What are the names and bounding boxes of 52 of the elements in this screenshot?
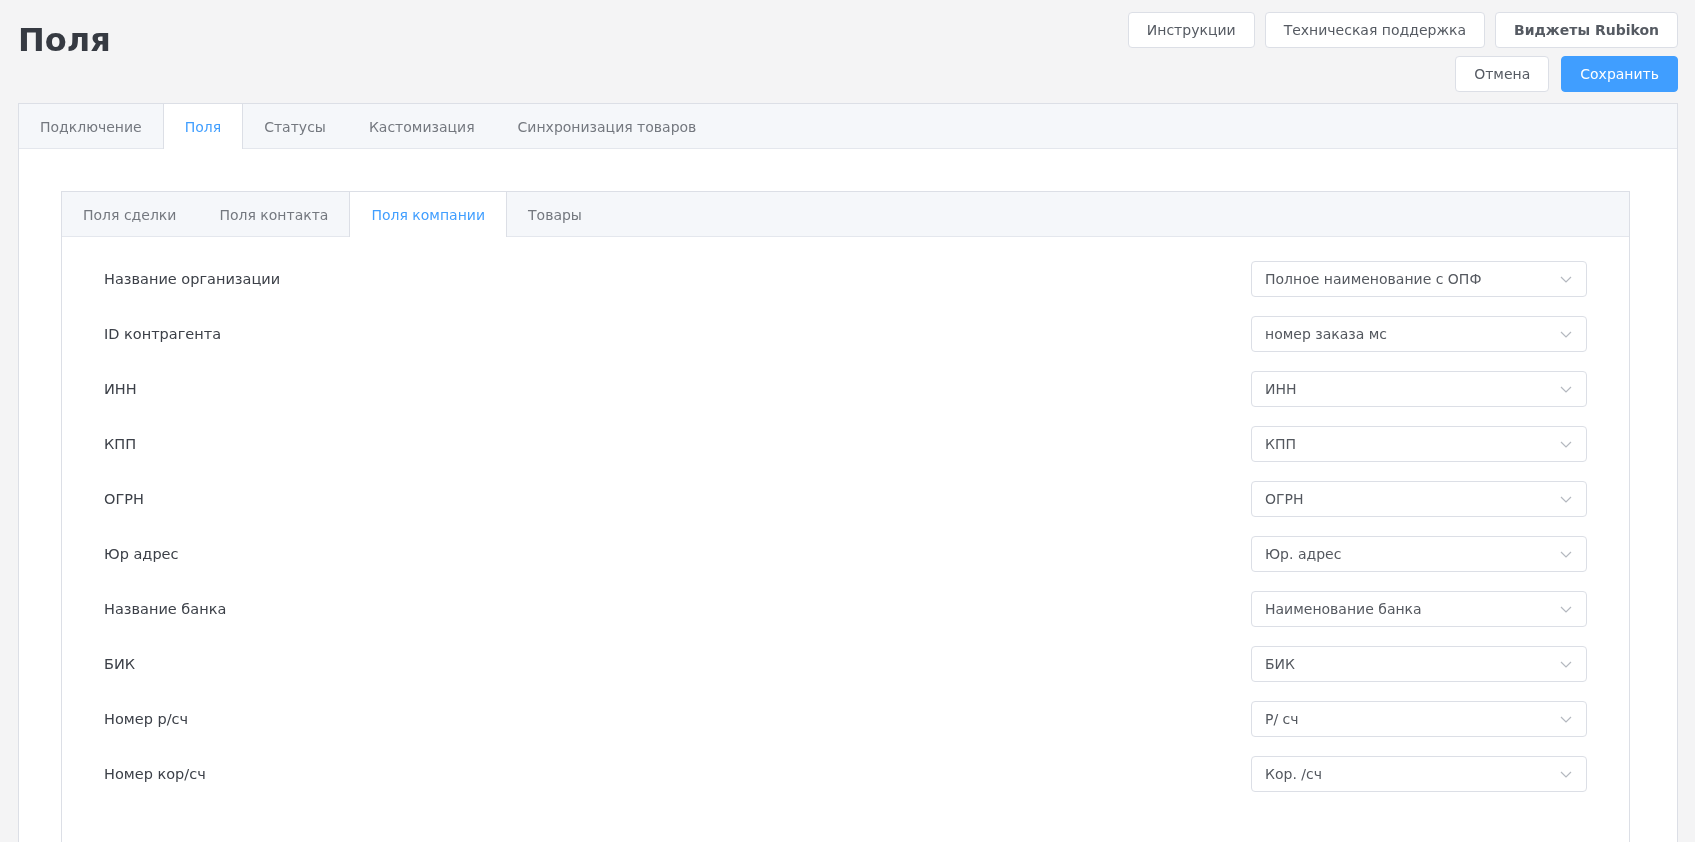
tab[interactable]: Кастомизация (346, 104, 497, 149)
select-field[interactable]: Р/ сч (1251, 701, 1587, 737)
tab[interactable]: Подключение (18, 104, 164, 149)
chevron-down-icon (1560, 715, 1572, 723)
select-value: Наименование банка (1265, 601, 1422, 617)
tab[interactable]: Товары (506, 192, 604, 237)
field-label: КПП (104, 436, 137, 452)
select-value: Кор. /сч (1265, 766, 1322, 782)
field-label: Номер р/сч (104, 711, 189, 727)
select-value: Р/ сч (1265, 711, 1299, 727)
select-value: номер заказа мс (1265, 326, 1388, 342)
widgets-button[interactable]: Виджеты Rubikon (1495, 12, 1678, 48)
field-label: Номер кор/сч (104, 766, 206, 782)
select-value: Юр. адрес (1265, 546, 1342, 562)
header-button[interactable]: Техническая поддержка (1264, 12, 1486, 48)
select-field[interactable]: КПП (1251, 426, 1587, 462)
chevron-down-icon (1560, 385, 1572, 393)
field-label: Юр адрес (104, 546, 179, 562)
tab[interactable]: Синхронизация товаров (495, 104, 719, 149)
select-field[interactable]: БИК (1251, 646, 1587, 682)
chevron-down-icon (1560, 660, 1572, 668)
field-label: Название организации (104, 271, 281, 287)
select-field[interactable]: Полное наименование с ОПФ (1251, 261, 1587, 297)
tab[interactable]: Поля сделки (61, 192, 199, 237)
chevron-down-icon (1560, 770, 1572, 778)
select-field[interactable]: Кор. /сч (1251, 756, 1587, 792)
select-value: Полное наименование с ОПФ (1265, 271, 1482, 287)
page-title: Поля (18, 20, 111, 58)
chevron-down-icon (1560, 495, 1572, 503)
select-field[interactable]: ИНН (1251, 371, 1587, 407)
select-field[interactable]: номер заказа мс (1251, 316, 1587, 352)
select-field[interactable]: ОГРН (1251, 481, 1587, 517)
select-value: КПП (1265, 436, 1296, 452)
chevron-down-icon (1560, 605, 1572, 613)
chevron-down-icon (1560, 550, 1572, 558)
select-value: ИНН (1265, 381, 1297, 397)
tab[interactable]: Статусы (242, 104, 348, 149)
select-value: ОГРН (1265, 491, 1304, 507)
chevron-down-icon (1560, 330, 1572, 338)
cancel-button[interactable]: Отмена (1455, 56, 1550, 92)
select-field[interactable]: Юр. адрес (1251, 536, 1587, 572)
field-label: ID контрагента (104, 326, 222, 342)
select-field[interactable]: Наименование банка (1251, 591, 1587, 627)
select-value: БИК (1265, 656, 1296, 672)
header-button[interactable]: Инструкции (1127, 12, 1255, 48)
field-label: БИК (104, 656, 136, 672)
chevron-down-icon (1560, 440, 1572, 448)
tab[interactable]: Поля контакта (197, 192, 351, 237)
field-label: Название банка (104, 601, 227, 617)
chevron-down-icon (1560, 275, 1572, 283)
field-label: ОГРН (104, 491, 144, 507)
field-label: ИНН (104, 381, 137, 397)
